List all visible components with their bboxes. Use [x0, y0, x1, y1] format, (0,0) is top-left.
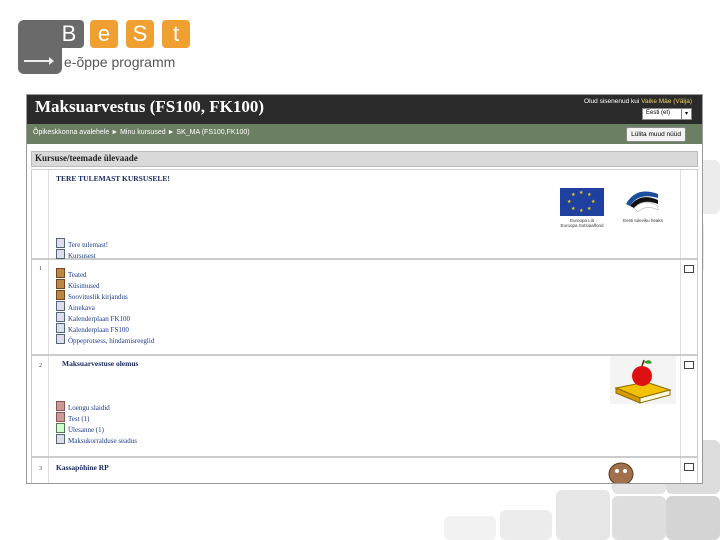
- assignment-icon: [56, 423, 65, 433]
- topic-right-column: [680, 170, 697, 258]
- user-link[interactable]: Vaike Mäe: [641, 98, 671, 105]
- resource-link[interactable]: Tere tulemast!: [56, 238, 109, 249]
- logo-letter: S: [126, 20, 154, 48]
- checkbox-icon[interactable]: [684, 463, 694, 471]
- resource-label: Ainekava: [68, 304, 95, 312]
- presentation-icon: [56, 401, 65, 411]
- topic-section-1: 1 Teated Küsimused Soovituslik kirjandus…: [31, 259, 698, 355]
- resource-link[interactable]: Teated: [56, 268, 87, 279]
- page-icon: [56, 323, 65, 333]
- logo-letter: e: [90, 20, 118, 48]
- resource-label: Tere tulemast!: [68, 241, 109, 249]
- topic-title: Kassapõhine RP: [56, 463, 109, 472]
- course-page: Maksuarvestus (FS100, FK100) Olud sisene…: [26, 94, 703, 484]
- overview-title: Kursuse/teemade ülevaade: [35, 153, 138, 163]
- topic-left-column: [32, 260, 49, 354]
- topic-right-column: [680, 260, 697, 354]
- eu-caption: Euroopa Liit Euroopa Sotsiaalfond: [556, 218, 608, 228]
- topic-right-column: [680, 458, 697, 483]
- resource-link[interactable]: Ülesanne (1): [56, 423, 104, 434]
- chevron-down-icon: ▾: [681, 109, 691, 119]
- resource-link[interactable]: Maksukorralduse seadus: [56, 434, 138, 445]
- topic-section-2: 2 Maksuarvestuse olemus Loengu slaidid T…: [31, 355, 698, 457]
- topic-section-3: 3 Kassapõhine RP: [31, 457, 698, 483]
- resource-link[interactable]: Ainekava: [56, 301, 95, 312]
- forum-icon: [56, 290, 65, 300]
- page-icon: [56, 434, 65, 444]
- page-icon: [56, 301, 65, 311]
- topic-right-column: [680, 356, 697, 456]
- logo-letter: B: [54, 20, 84, 48]
- topic-title: Maksuarvestuse olemus: [62, 359, 139, 368]
- decor-square: [500, 510, 552, 540]
- page-icon: [56, 238, 65, 248]
- resource-link[interactable]: Kursusest: [56, 249, 96, 260]
- resource-link[interactable]: Kalenderplaan FK100: [56, 312, 131, 323]
- resource-label: Maksukorralduse seadus: [68, 437, 138, 445]
- decor-square: [666, 496, 720, 540]
- eu-flag-icon: ★ ★ ★ ★ ★ ★ ★ ★: [560, 188, 604, 216]
- login-info: Olud sisenenud kui Vaike Mäe (Välja): [584, 98, 692, 105]
- resource-link[interactable]: Küsimused: [56, 279, 100, 290]
- breadcrumb[interactable]: Õpikeskkonna avalehele ► Minu kursused ►…: [33, 129, 250, 136]
- resource-label: Kalenderplaan FK100: [68, 315, 131, 323]
- apple-book-icon: [610, 356, 676, 404]
- logo-letter: t: [162, 20, 190, 48]
- resource-link[interactable]: Loengu slaidid: [56, 401, 110, 412]
- topic-number: 2: [39, 363, 42, 369]
- best-logo: B e S t e-õppe programm: [18, 18, 190, 76]
- edit-mode-button[interactable]: Lülita muud nüüd: [626, 127, 686, 142]
- quiz-icon: [56, 412, 65, 422]
- topic-number: 3: [39, 466, 42, 472]
- checkbox-icon[interactable]: [684, 265, 694, 273]
- arrow-icon: [24, 57, 54, 65]
- logout-link[interactable]: (Välja): [673, 98, 692, 105]
- forum-icon: [56, 268, 65, 278]
- cartoon-figure-icon: [608, 462, 634, 483]
- decor-square: [444, 516, 496, 540]
- resource-label: Soovituslik kirjandus: [68, 293, 128, 301]
- resource-link[interactable]: Kalenderplaan FS100: [56, 323, 129, 334]
- estonia-swoosh-icon: [626, 191, 659, 213]
- topic-left-column: [32, 170, 49, 258]
- resource-link[interactable]: Soovituslik kirjandus: [56, 290, 128, 301]
- navbar: Õpikeskkonna avalehele ► Minu kursused ►…: [27, 124, 702, 144]
- resource-label: Ülesanne (1): [68, 426, 104, 434]
- course-title: Maksuarvestus (FS100, FK100): [35, 97, 265, 116]
- checkbox-icon[interactable]: [684, 361, 694, 369]
- login-prefix: Olud sisenenud kui: [584, 98, 640, 105]
- logo-subtitle: e-õppe programm: [64, 54, 176, 70]
- language-select[interactable]: Eesti (et) ▾: [642, 108, 692, 120]
- language-value: Eesti (et): [646, 110, 671, 116]
- eu-caption-line: Euroopa Sotsiaalfond: [560, 223, 604, 228]
- decor-square: [612, 496, 666, 540]
- topic-number: 1: [39, 266, 42, 272]
- topic-section-0: TERE TULEMAST KURSUSELE! ★ ★ ★ ★ ★ ★ ★ ★…: [31, 169, 698, 260]
- page-icon: [56, 334, 65, 344]
- resource-label: Õppeprotsess, hindamisreeglid: [68, 337, 155, 345]
- resource-link[interactable]: Test (1): [56, 412, 90, 423]
- resource-link[interactable]: Õppeprotsess, hindamisreeglid: [56, 334, 155, 345]
- resource-label: Loengu slaidid: [68, 404, 110, 412]
- topic-left-column: [32, 356, 49, 456]
- resource-label: Küsimused: [68, 282, 100, 290]
- resource-label: Kalenderplaan FS100: [68, 326, 129, 334]
- welcome-heading: TERE TULEMAST KURSUSELE!: [56, 174, 170, 183]
- resource-label: Teated: [68, 271, 87, 279]
- course-header: Maksuarvestus (FS100, FK100) Olud sisene…: [27, 95, 702, 124]
- est-caption: Eesti tuleviku heaks: [623, 218, 663, 223]
- resource-label: Test (1): [68, 415, 90, 423]
- page-icon: [56, 249, 65, 259]
- page-icon: [56, 312, 65, 322]
- forum-icon: [56, 279, 65, 289]
- decor-square: [556, 490, 610, 540]
- overview-heading: Kursuse/teemade ülevaade: [31, 151, 698, 167]
